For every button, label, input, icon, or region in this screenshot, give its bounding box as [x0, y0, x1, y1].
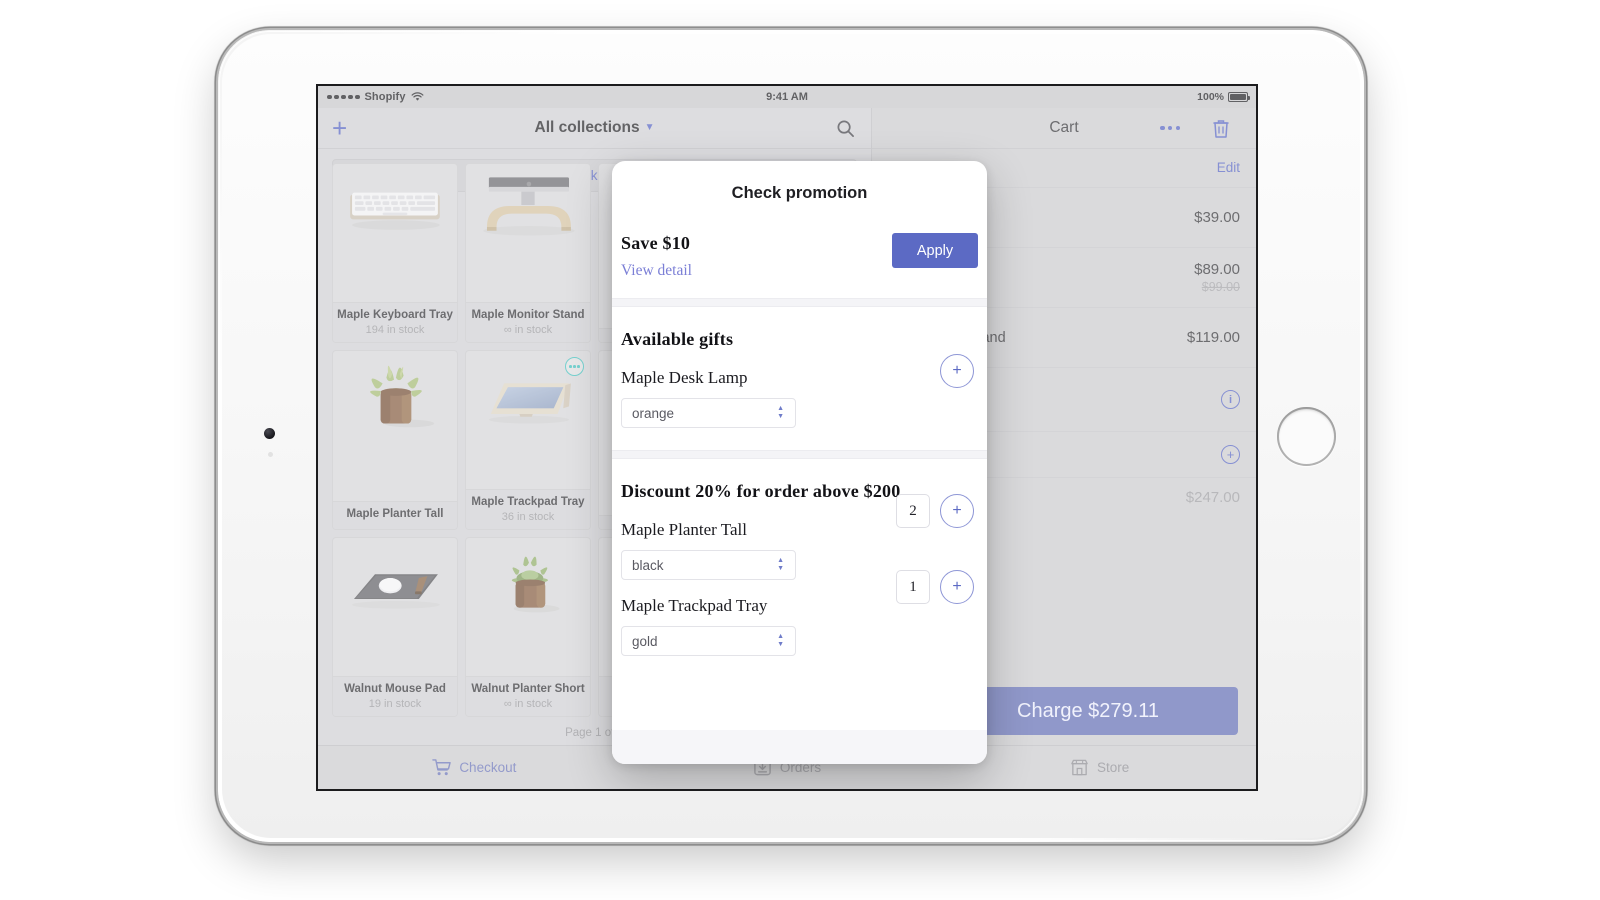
section-divider	[612, 298, 987, 307]
chevron-updown-icon: ▲ ▼	[777, 633, 784, 648]
increment-button[interactable]: +	[940, 354, 974, 388]
variant-select-value: orange	[632, 405, 675, 421]
gift-item: Maple Desk Lamp orange ▲ ▼ +	[621, 354, 978, 432]
section-divider	[612, 450, 987, 459]
discount-section: Discount 20% for order above $200 Maple …	[612, 459, 987, 660]
variant-select[interactable]: orange ▲ ▼	[621, 398, 796, 428]
ambient-sensor-icon	[268, 452, 273, 457]
section-heading: Available gifts	[621, 329, 734, 349]
variant-select[interactable]: gold ▲ ▼	[621, 626, 796, 656]
gift-stepper: +	[940, 354, 974, 388]
increment-button[interactable]: +	[940, 570, 974, 604]
discount-stepper: 2 +	[896, 494, 974, 528]
ipad-screen: Shopify 9:41 AM 100% + All collections ▼…	[318, 86, 1256, 789]
gift-item-controls: orange ▲ ▼ +	[621, 354, 978, 428]
chevron-updown-icon: ▲ ▼	[777, 405, 784, 420]
promotion-row: Save $10 View detail Apply	[621, 225, 978, 298]
front-camera-icon	[264, 428, 275, 439]
check-promotion-dialog: Check promotion Save $10 View detail App…	[612, 161, 987, 764]
promotion-section: Save $10 View detail Apply	[612, 225, 987, 298]
promotion-title: Save $10	[621, 233, 691, 253]
view-detail-link[interactable]: View detail	[621, 262, 892, 280]
dialog-title: Check promotion	[731, 184, 868, 202]
increment-button[interactable]: +	[940, 494, 974, 528]
discount-item-controls: gold ▲ ▼ 1 +	[621, 570, 978, 656]
screenshot-root: Shopify 9:41 AM 100% + All collections ▼…	[0, 0, 1600, 900]
variant-select-value: gold	[632, 633, 658, 649]
chevron-updown-icon: ▲ ▼	[777, 557, 784, 572]
dialog-footer-strip	[612, 730, 987, 764]
quantity-field[interactable]: 2	[896, 494, 930, 528]
variant-select[interactable]: black ▲ ▼	[621, 550, 796, 580]
quantity-field[interactable]: 1	[896, 570, 930, 604]
dialog-footer-space	[612, 660, 987, 730]
apply-button[interactable]: Apply	[892, 233, 978, 268]
gift-item-name: Maple Desk Lamp	[621, 368, 748, 387]
available-gifts-section: Available gifts Maple Desk Lamp orange ▲…	[612, 307, 987, 432]
discount-stepper: 1 +	[896, 570, 974, 604]
home-button[interactable]	[1277, 407, 1336, 466]
promotion-text: Save $10 View detail	[621, 233, 892, 280]
variant-select-value: black	[632, 557, 664, 573]
discount-item: Maple Trackpad Tray gold ▲ ▼ 1 +	[621, 570, 978, 660]
